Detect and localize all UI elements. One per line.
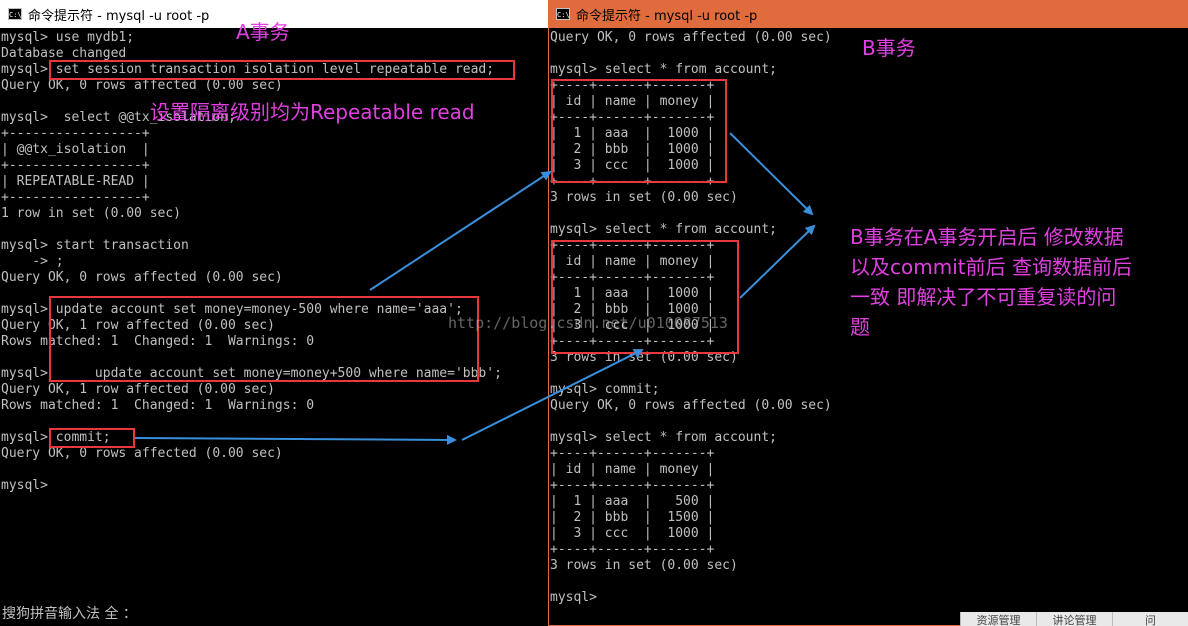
note-line: 一致 即解决了不可重复读的问 — [850, 285, 1117, 309]
console-line: Rows matched: 1 Changed: 1 Warnings: 0 — [1, 398, 315, 413]
console-line: | @@tx_isolation | — [1, 142, 150, 157]
ime-status: 搜狗拼音输入法 全 ： — [2, 606, 137, 622]
highlight-commit — [49, 428, 135, 448]
window-b-titlebar[interactable]: C:\ 命令提示符 - mysql -u root -p — [548, 0, 1188, 28]
console-line: | 3 | ccc | 1000 | — [550, 526, 715, 541]
console-line: -> ; — [1, 254, 64, 269]
console-line: | 2 | bbb | 1500 | — [550, 510, 715, 525]
label-transaction-b: B事务 — [862, 36, 916, 60]
console-line: mysql> start transaction — [1, 238, 189, 253]
console-line: 3 rows in set (0.00 sec) — [550, 558, 738, 573]
console-line: mysql> select * from account; — [550, 62, 777, 77]
cmd-icon: C:\ — [556, 8, 570, 20]
console-line: | REPEATABLE-READ | — [1, 174, 150, 189]
taskbar: 资源管理 讲论管理 问 — [960, 612, 1188, 626]
console-line: 3 rows in set (0.00 sec) — [550, 190, 738, 205]
console-line: Query OK, 0 rows affected (0.00 sec) — [550, 398, 832, 413]
highlight-set-isolation — [49, 60, 515, 80]
console-line: Query OK, 0 rows affected (0.00 sec) — [550, 30, 832, 45]
window-b-title: 命令提示符 - mysql -u root -p — [576, 8, 758, 24]
highlight-updates — [49, 296, 479, 382]
taskbar-item[interactable]: 资源管理 — [960, 612, 1036, 626]
note-line: B事务在A事务开启后 修改数据 — [850, 225, 1124, 249]
console-line: mysql> commit; — [550, 382, 660, 397]
label-isolation: 设置隔离级别均为Repeatable read — [150, 100, 475, 124]
console-line: mysql> use mydb1; — [1, 30, 135, 45]
console-line: Query OK, 0 rows affected (0.00 sec) — [1, 446, 283, 461]
taskbar-item[interactable]: 讲论管理 — [1036, 612, 1112, 626]
console-line: Query OK, 0 rows affected (0.00 sec) — [1, 270, 283, 285]
console-line: mysql> select * from account; — [550, 222, 777, 237]
console-line: | id | name | money | — [550, 462, 715, 477]
console-line: | 1 | aaa | 500 | — [550, 494, 715, 509]
console-line: mysql> — [550, 590, 597, 605]
console-line: mysql> — [1, 478, 48, 493]
console-line: Query OK, 1 row affected (0.00 sec) — [1, 382, 275, 397]
console-line: +-----------------+ — [1, 126, 150, 141]
label-transaction-a: A事务 — [236, 20, 290, 44]
console-line: 1 row in set (0.00 sec) — [1, 206, 182, 221]
annotation-note: B事务在A事务开启后 修改数据 以及commit前后 查询数据前后 一致 即解决… — [850, 222, 1180, 342]
note-line: 题 — [850, 315, 870, 339]
console-line: +----+------+-------+ — [550, 446, 715, 461]
console-line: +-----------------+ — [1, 158, 150, 173]
console-line: +----+------+-------+ — [550, 542, 715, 557]
console-line: mysql> select * from account; — [550, 430, 777, 445]
window-a-title: 命令提示符 - mysql -u root -p — [28, 8, 210, 24]
highlight-select-1 — [551, 79, 727, 183]
highlight-select-2 — [551, 240, 739, 354]
console-line: +-----------------+ — [1, 190, 150, 205]
cmd-icon: C:\ — [8, 8, 22, 20]
watermark: http://blog.csdn.net/u010087513 — [448, 314, 728, 332]
console-line: +----+------+-------+ — [550, 478, 715, 493]
console-line: Query OK, 0 rows affected (0.00 sec) — [1, 78, 283, 93]
note-line: 以及commit前后 查询数据前后 — [850, 255, 1132, 279]
taskbar-item[interactable]: 问 — [1112, 612, 1188, 626]
